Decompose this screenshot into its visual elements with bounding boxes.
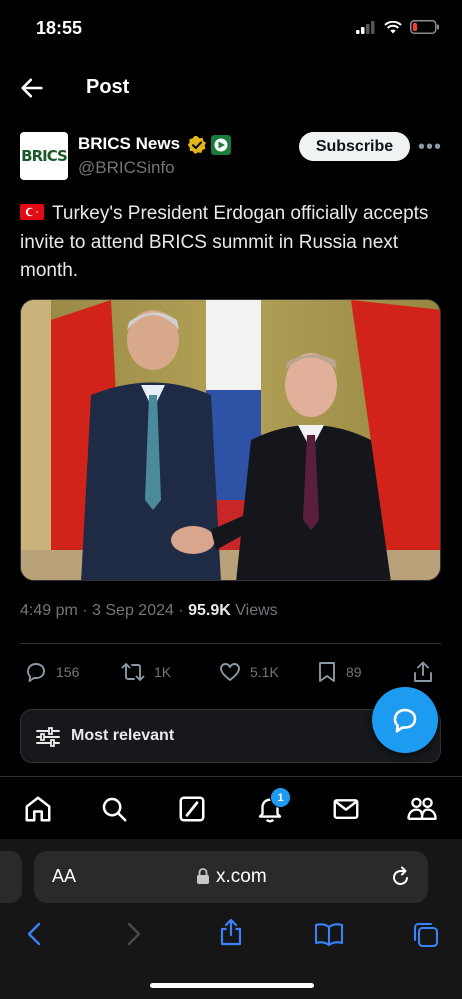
signal-icon <box>356 20 375 34</box>
wifi-icon <box>384 20 402 33</box>
grok-icon <box>179 796 205 822</box>
sliders-icon <box>36 727 60 747</box>
avatar[interactable]: BRICS <box>20 132 68 180</box>
reply-button[interactable]: 156 <box>24 660 79 684</box>
lock-icon <box>197 868 209 884</box>
browser-forward-icon[interactable] <box>122 921 144 947</box>
url-text: x.com <box>216 866 267 887</box>
reload-icon[interactable] <box>390 865 412 889</box>
browser-toolbar: AA x.com <box>0 839 462 999</box>
tab-grok[interactable] <box>176 793 208 825</box>
address-bar[interactable]: AA x.com <box>34 851 428 903</box>
repost-icon <box>121 663 145 681</box>
divider <box>20 643 441 644</box>
home-icon <box>25 796 51 822</box>
views-count: 95.9K <box>188 602 231 619</box>
tab-home[interactable] <box>22 793 54 825</box>
tweet-meta: 4:49 pm · 3 Sep 2024 · 95.9K Views <box>20 602 278 619</box>
bottom-tab-bar: 1 <box>0 777 462 839</box>
reader-options-button[interactable]: AA <box>52 866 76 887</box>
bookmark-count: 89 <box>346 664 362 680</box>
share-button[interactable] <box>412 660 434 684</box>
verified-badge-icon <box>187 135 207 160</box>
like-button[interactable]: 5.1K <box>218 660 279 684</box>
like-count: 5.1K <box>250 664 279 680</box>
subscribe-button[interactable]: Subscribe <box>299 132 410 161</box>
compose-reply-button[interactable] <box>372 687 438 753</box>
affiliation-badge-icon <box>211 135 231 160</box>
status-time: 18:55 <box>36 18 83 38</box>
browser-back-icon[interactable] <box>24 921 46 947</box>
people-icon <box>407 797 437 821</box>
notification-badge: 1 <box>270 787 291 808</box>
more-options-icon[interactable]: ••• <box>418 136 442 159</box>
previous-tab-peek[interactable] <box>0 851 22 903</box>
tweet-date: 3 Sep 2024 <box>92 602 174 619</box>
back-button[interactable] <box>18 74 46 102</box>
tabs-overview-icon[interactable] <box>412 921 440 949</box>
reply-icon <box>27 663 45 682</box>
avatar-logo-text: BRICS <box>21 147 68 165</box>
search-icon <box>102 797 127 822</box>
tab-communities[interactable] <box>406 793 438 825</box>
battery-icon <box>410 20 439 34</box>
tweet-text: Turkey's President Erdogan officially ac… <box>20 200 435 286</box>
tab-search[interactable] <box>98 793 130 825</box>
bookmarks-book-icon[interactable] <box>313 921 345 947</box>
reply-count: 156 <box>56 664 80 680</box>
tweet-photo[interactable] <box>20 299 441 581</box>
home-indicator <box>150 983 314 988</box>
tab-messages[interactable] <box>330 793 362 825</box>
chat-bubble-icon <box>393 708 417 733</box>
sort-label: Most relevant <box>71 727 175 744</box>
repost-button[interactable]: 1K <box>120 660 171 684</box>
bookmark-icon <box>319 662 335 682</box>
author-name[interactable]: BRICS News <box>78 134 180 154</box>
share-icon <box>414 661 432 682</box>
views-label: Views <box>235 602 278 619</box>
envelope-icon <box>333 799 359 819</box>
tweet-body: Turkey's President Erdogan officially ac… <box>20 203 429 281</box>
author-handle[interactable]: @BRICSinfo <box>78 158 175 178</box>
tweet-time: 4:49 pm <box>20 602 78 619</box>
arrow-left-icon <box>21 78 43 98</box>
turkey-flag-icon <box>20 204 44 220</box>
repost-count: 1K <box>154 664 172 680</box>
heart-icon <box>220 663 240 681</box>
bookmark-button[interactable]: 89 <box>316 660 362 684</box>
share-sheet-icon[interactable] <box>218 917 244 947</box>
status-icons <box>356 20 440 34</box>
page-title: Post <box>86 76 130 98</box>
